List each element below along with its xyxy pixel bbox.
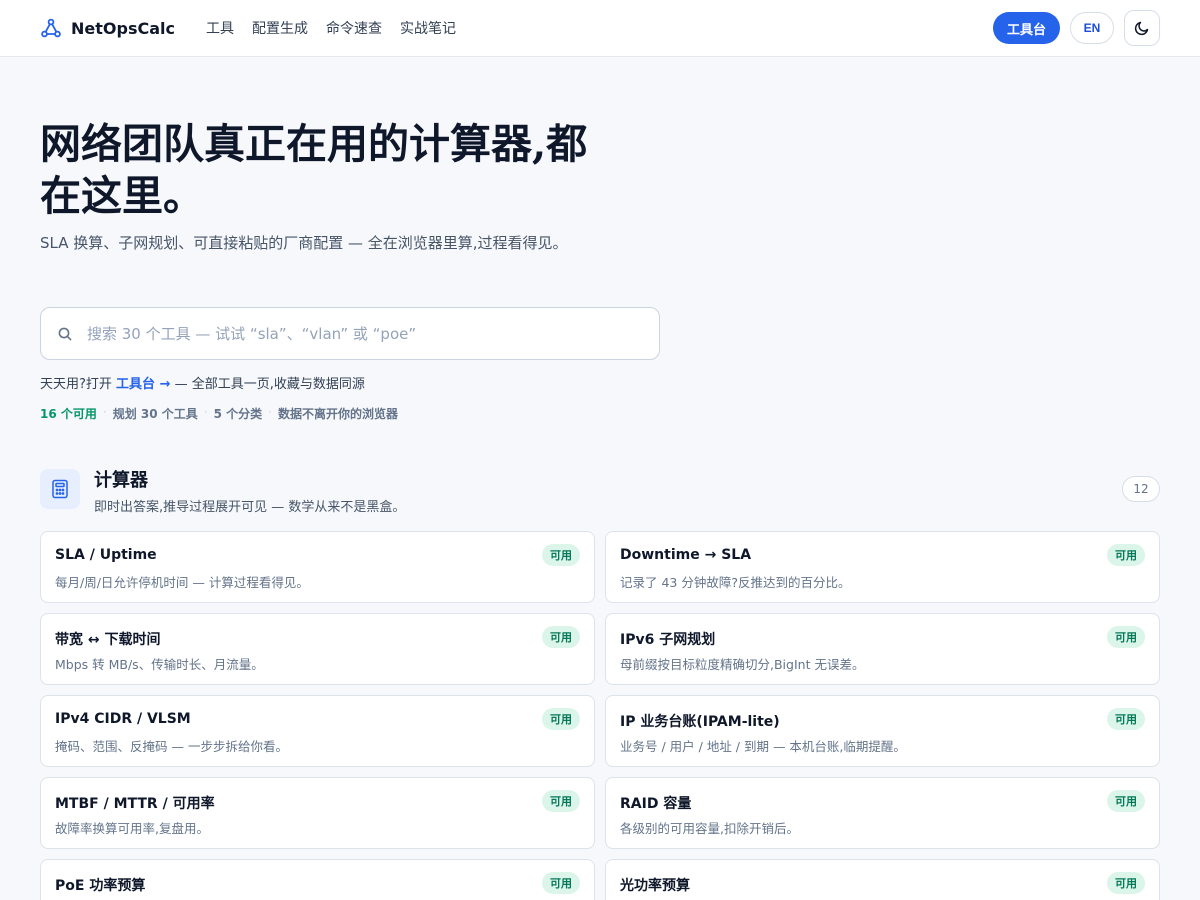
- status-badge: 可用: [1107, 544, 1145, 566]
- status-badge: 可用: [1107, 708, 1145, 730]
- stat-categories: 5 个分类: [213, 407, 263, 421]
- calculator-icon: [40, 469, 80, 509]
- stats-bar: 16 个可用 · 规划 30 个工具 · 5 个分类 · 数据不离开你的浏览器: [40, 405, 398, 422]
- section-count-badge: 12: [1122, 476, 1160, 502]
- card-title: Downtime → SLA: [620, 547, 752, 563]
- brand-logo-link[interactable]: NetOpsCalc: [40, 17, 175, 39]
- nav-field-notes[interactable]: 实战笔记: [400, 18, 456, 38]
- stat-privacy: 数据不离开你的浏览器: [277, 407, 398, 421]
- moon-icon: [1134, 20, 1150, 36]
- card-description: 故障率换算可用率,复盘用。: [55, 821, 209, 836]
- stat-planned: 规划 30 个工具: [112, 407, 198, 421]
- status-badge: 可用: [542, 544, 580, 566]
- status-badge: 可用: [542, 790, 580, 812]
- tool-card-raid-capacity[interactable]: RAID 容量 可用 各级别的可用容量,扣除开销后。: [605, 777, 1160, 849]
- card-description: 业务号 / 用户 / 地址 / 到期 — 本机台账,临期提醒。: [620, 739, 906, 754]
- tool-card-downtime-to-sla[interactable]: Downtime → SLA 可用 记录了 43 分钟故障?反推达到的百分比。: [605, 531, 1160, 603]
- section-description: 即时出答案,推导过程展开可见 — 数学从来不是黑盒。: [94, 500, 406, 515]
- main-nav: 工具 配置生成 命令速查 实战笔记: [206, 18, 456, 38]
- nav-command-reference[interactable]: 命令速查: [326, 18, 382, 38]
- card-description: Mbps 转 MB/s、传输时长、月流量。: [55, 657, 264, 672]
- nav-config-generator[interactable]: 配置生成: [252, 18, 308, 38]
- topbar-actions: 工具台 EN: [992, 10, 1160, 46]
- status-badge: 可用: [1107, 626, 1145, 648]
- card-title: 带宽 ↔ 下载时间: [55, 632, 161, 648]
- hero-title: 网络团队真正在用的计算器,都在这里。: [40, 120, 588, 220]
- top-navigation-bar: NetOpsCalc 工具 配置生成 命令速查 实战笔记 工具台 EN: [0, 0, 1200, 57]
- card-title: IP 业务台账(IPAM-lite): [620, 714, 780, 730]
- tool-card-poe-power-budget[interactable]: PoE 功率预算 可用: [40, 859, 595, 900]
- search-icon: [57, 326, 73, 342]
- tool-card-mtbf-mttr[interactable]: MTBF / MTTR / 可用率 可用 故障率换算可用率,复盘用。: [40, 777, 595, 849]
- status-badge: 可用: [542, 872, 580, 894]
- tool-search-box[interactable]: [40, 307, 660, 360]
- card-title: IPv4 CIDR / VLSM: [55, 711, 191, 727]
- workbench-link[interactable]: 工具台 →: [116, 377, 170, 392]
- card-title: 光功率预算: [620, 878, 690, 894]
- card-title: MTBF / MTTR / 可用率: [55, 796, 215, 812]
- card-title: SLA / Uptime: [55, 547, 157, 563]
- theme-toggle-button[interactable]: [1124, 10, 1160, 46]
- card-title: RAID 容量: [620, 796, 692, 812]
- tool-search-input[interactable]: [87, 324, 627, 343]
- tool-card-ipv4-cidr-vlsm[interactable]: IPv4 CIDR / VLSM 可用 掩码、范围、反掩码 — 一步步拆给你看。: [40, 695, 595, 767]
- status-badge: 可用: [1107, 872, 1145, 894]
- card-description: 记录了 43 分钟故障?反推达到的百分比。: [620, 575, 851, 590]
- stat-available: 16 个可用: [40, 407, 97, 421]
- nav-tools[interactable]: 工具: [206, 18, 234, 38]
- tool-card-sla-uptime[interactable]: SLA / Uptime 可用 每月/周/日允许停机时间 — 计算过程看得见。: [40, 531, 595, 603]
- stat-separator: ·: [203, 405, 208, 419]
- calculators-section-header: 计算器 即时出答案,推导过程展开可见 — 数学从来不是黑盒。 12: [40, 466, 1160, 516]
- section-title: 计算器: [94, 470, 148, 491]
- language-toggle-button[interactable]: EN: [1070, 12, 1114, 44]
- tool-card-ipam-lite[interactable]: IP 业务台账(IPAM-lite) 可用 业务号 / 用户 / 地址 / 到期…: [605, 695, 1160, 767]
- status-badge: 可用: [542, 708, 580, 730]
- card-title: IPv6 子网规划: [620, 632, 716, 648]
- status-badge: 可用: [542, 626, 580, 648]
- brand-name: NetOpsCalc: [71, 18, 175, 38]
- stat-separator: ·: [268, 405, 272, 419]
- stat-separator: ·: [102, 405, 107, 419]
- card-description: 各级别的可用容量,扣除开销后。: [620, 821, 799, 836]
- status-badge: 可用: [1107, 790, 1145, 812]
- workbench-button[interactable]: 工具台: [992, 12, 1060, 44]
- hero-subtitle: SLA 换算、子网规划、可直接粘贴的厂商配置 — 全在浏览器里算,过程看得见。: [40, 234, 568, 252]
- workbench-hint: 天天用?打开 工具台 → — 全部工具一页,收藏与数据同源: [40, 373, 365, 392]
- hint-suffix: — 全部工具一页,收藏与数据同源: [174, 377, 365, 392]
- tool-card-ipv6-subnet-planning[interactable]: IPv6 子网规划 可用 母前缀按目标粒度精确切分,BigInt 无误差。: [605, 613, 1160, 685]
- calculator-card-grid: SLA / Uptime 可用 每月/周/日允许停机时间 — 计算过程看得见。 …: [40, 531, 1160, 900]
- card-description: 每月/周/日允许停机时间 — 计算过程看得见。: [55, 575, 309, 590]
- network-logo-icon: [40, 17, 62, 39]
- card-description: 母前缀按目标粒度精确切分,BigInt 无误差。: [620, 657, 865, 672]
- hint-prefix: 天天用?打开: [40, 377, 112, 392]
- card-description: 掩码、范围、反掩码 — 一步步拆给你看。: [55, 739, 288, 754]
- card-title: PoE 功率预算: [55, 878, 146, 894]
- tool-card-bandwidth-download-time[interactable]: 带宽 ↔ 下载时间 可用 Mbps 转 MB/s、传输时长、月流量。: [40, 613, 595, 685]
- tool-card-optical-power-budget[interactable]: 光功率预算 可用: [605, 859, 1160, 900]
